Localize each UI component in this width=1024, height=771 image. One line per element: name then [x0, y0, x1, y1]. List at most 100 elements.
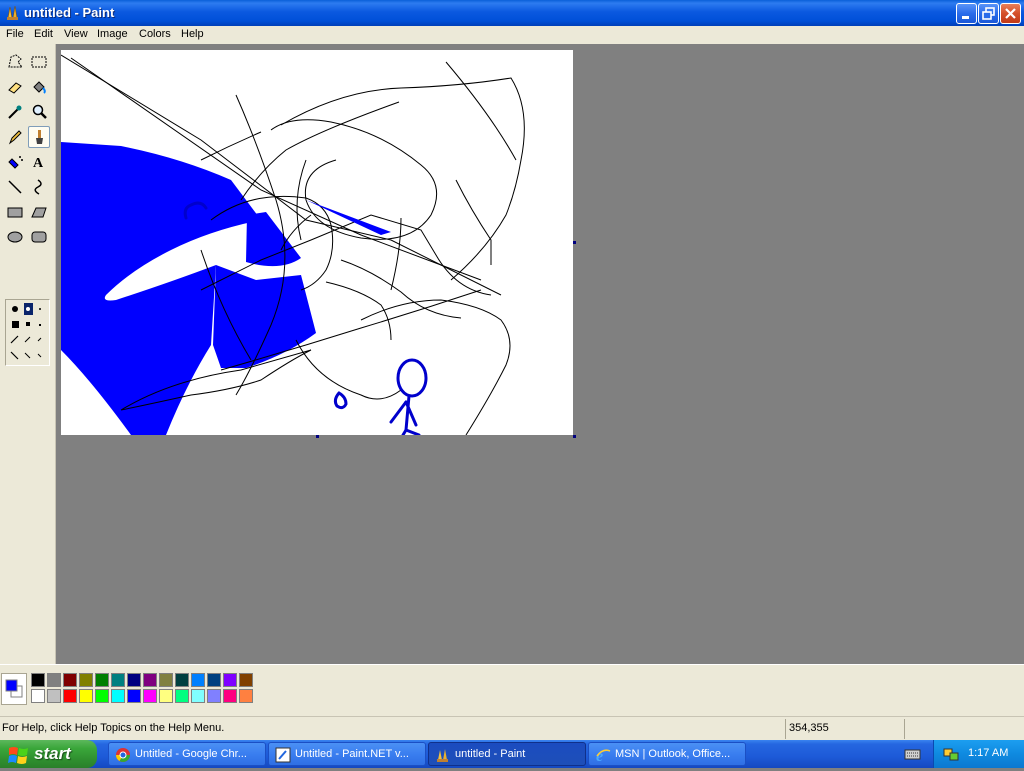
minimize-button[interactable]	[956, 3, 977, 24]
color-swatch[interactable]	[223, 673, 237, 687]
free-form-select-icon	[8, 54, 24, 68]
color-swatch[interactable]	[159, 673, 173, 687]
brush-icon	[36, 130, 43, 144]
keyboard-icon[interactable]	[904, 746, 922, 762]
color-swatch[interactable]	[31, 673, 45, 687]
system-tray: 1:17 AM	[933, 740, 1024, 768]
task-chrome[interactable]: Untitled - Google Chr...	[108, 742, 266, 766]
rounded-rectangle-icon	[31, 231, 47, 243]
color-swatch[interactable]	[175, 673, 189, 687]
airbrush-tool[interactable]	[4, 151, 26, 173]
title-bar[interactable]: untitled - Paint	[0, 0, 1024, 26]
color-swatch[interactable]	[63, 673, 77, 687]
airbrush-icon	[8, 156, 23, 169]
cursor-coordinates: 354,355	[789, 722, 829, 734]
color-swatch[interactable]	[127, 689, 141, 703]
task-label: untitled - Paint	[455, 748, 526, 760]
color-swatch[interactable]	[95, 689, 109, 703]
color-swatch[interactable]	[191, 689, 205, 703]
color-swatch[interactable]	[223, 689, 237, 703]
color-swatch[interactable]	[111, 689, 125, 703]
resize-handle-bottom[interactable]	[316, 435, 319, 438]
paint-icon	[7, 5, 18, 20]
color-swatch[interactable]	[127, 673, 141, 687]
color-swatch[interactable]	[143, 673, 157, 687]
drawing-canvas[interactable]	[60, 50, 573, 437]
select-tool[interactable]	[28, 51, 50, 73]
color-swatch[interactable]	[159, 689, 173, 703]
clock[interactable]: 1:17 AM	[968, 747, 1008, 759]
start-button[interactable]: start	[0, 740, 97, 768]
task-label: Untitled - Paint.NET v...	[295, 748, 409, 760]
color-swatch[interactable]	[191, 673, 205, 687]
paint-icon	[437, 749, 448, 762]
pick-color-tool[interactable]	[4, 101, 26, 123]
task-paintnet[interactable]: Untitled - Paint.NET v...	[268, 742, 426, 766]
menu-image[interactable]: Image	[97, 28, 128, 40]
window-title: untitled - Paint	[24, 5, 115, 20]
brush-tool[interactable]	[28, 126, 50, 148]
menu-help[interactable]: Help	[181, 28, 204, 40]
fill-with-color-tool[interactable]	[28, 76, 50, 98]
color-swatch[interactable]	[175, 689, 189, 703]
color-swatch[interactable]	[79, 673, 93, 687]
current-colors[interactable]	[1, 673, 27, 705]
close-button[interactable]	[1000, 3, 1021, 24]
ie-icon: e	[596, 748, 611, 763]
restore-icon	[982, 7, 995, 20]
brush-options[interactable]	[5, 299, 50, 366]
color-swatch[interactable]	[239, 673, 253, 687]
chrome-icon	[116, 748, 130, 762]
eyedropper-icon	[8, 105, 22, 119]
polygon-tool[interactable]	[28, 201, 50, 223]
resize-handle-right[interactable]	[573, 241, 576, 244]
magnifier-icon	[32, 104, 47, 119]
tool-box: A	[0, 44, 56, 664]
task-ie[interactable]: e MSN | Outlook, Office...	[588, 742, 746, 766]
menu-file[interactable]: File	[6, 28, 24, 40]
color-swatch[interactable]	[239, 689, 253, 703]
color-swatch[interactable]	[143, 689, 157, 703]
taskbar: start Untitled - Google Chr... Untitled …	[0, 740, 1024, 768]
free-form-select-tool[interactable]	[4, 51, 26, 73]
ellipse-icon	[7, 231, 23, 243]
color-swatch[interactable]	[111, 673, 125, 687]
task-label: MSN | Outlook, Office...	[615, 748, 731, 760]
menu-colors[interactable]: Colors	[139, 28, 171, 40]
eraser-tool[interactable]	[4, 76, 26, 98]
network-icon[interactable]	[942, 745, 960, 763]
status-bar: For Help, click Help Topics on the Help …	[0, 716, 1024, 740]
color-swatch[interactable]	[63, 689, 77, 703]
task-paint[interactable]: untitled - Paint	[428, 742, 586, 766]
curve-tool[interactable]	[28, 176, 50, 198]
rectangle-tool[interactable]	[4, 201, 26, 223]
line-icon	[8, 180, 22, 194]
close-icon	[1005, 8, 1016, 19]
color-swatch[interactable]	[31, 689, 45, 703]
start-label: start	[34, 744, 71, 763]
paint-bucket-icon	[33, 81, 46, 94]
current-colors-icon	[5, 679, 23, 698]
line-tool[interactable]	[4, 176, 26, 198]
color-swatch[interactable]	[47, 673, 61, 687]
status-divider	[785, 719, 786, 739]
color-swatch[interactable]	[47, 689, 61, 703]
pencil-tool[interactable]	[4, 126, 26, 148]
windows-logo-icon	[8, 747, 28, 764]
magnifier-tool[interactable]	[28, 101, 50, 123]
menu-view[interactable]: View	[64, 28, 88, 40]
color-swatch[interactable]	[207, 673, 221, 687]
resize-handle-corner[interactable]	[573, 435, 576, 438]
restore-button[interactable]	[978, 3, 999, 24]
menu-edit[interactable]: Edit	[34, 28, 53, 40]
color-swatch[interactable]	[95, 673, 109, 687]
color-palette	[0, 664, 1024, 714]
canvas-drawing	[60, 54, 525, 437]
svg-text:A: A	[33, 156, 44, 171]
color-swatch[interactable]	[207, 689, 221, 703]
rounded-rectangle-tool[interactable]	[28, 226, 50, 248]
color-swatch[interactable]	[79, 689, 93, 703]
text-tool[interactable]: A	[28, 151, 50, 173]
ellipse-tool[interactable]	[4, 226, 26, 248]
select-icon	[31, 56, 47, 68]
